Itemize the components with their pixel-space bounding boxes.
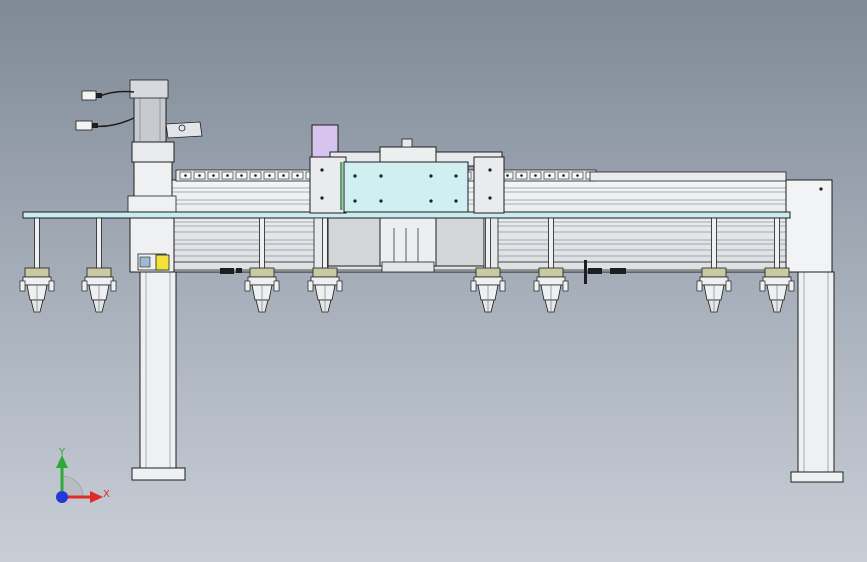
motor-connector-lower <box>75 120 93 131</box>
axis-triad[interactable]: Y X <box>56 447 110 503</box>
green-strip-left <box>340 162 343 210</box>
right-end-box <box>785 179 833 273</box>
carriage <box>309 124 505 273</box>
y-axis-label: Y <box>58 447 66 458</box>
nozzle-mounting-plate <box>22 211 791 219</box>
cad-viewport[interactable]: Y X <box>0 0 867 562</box>
right-support-column <box>790 271 844 483</box>
motor-connector-upper <box>81 90 97 101</box>
gantry-drawing: Y X <box>19 79 844 503</box>
vacuum-nozzle <box>19 217 55 313</box>
left-support-column <box>131 271 186 481</box>
yellow-limit-marker <box>155 254 170 271</box>
x-axis-label: X <box>103 489 110 500</box>
z-axis-dot <box>56 491 68 503</box>
vacuum-nozzle <box>81 217 117 313</box>
